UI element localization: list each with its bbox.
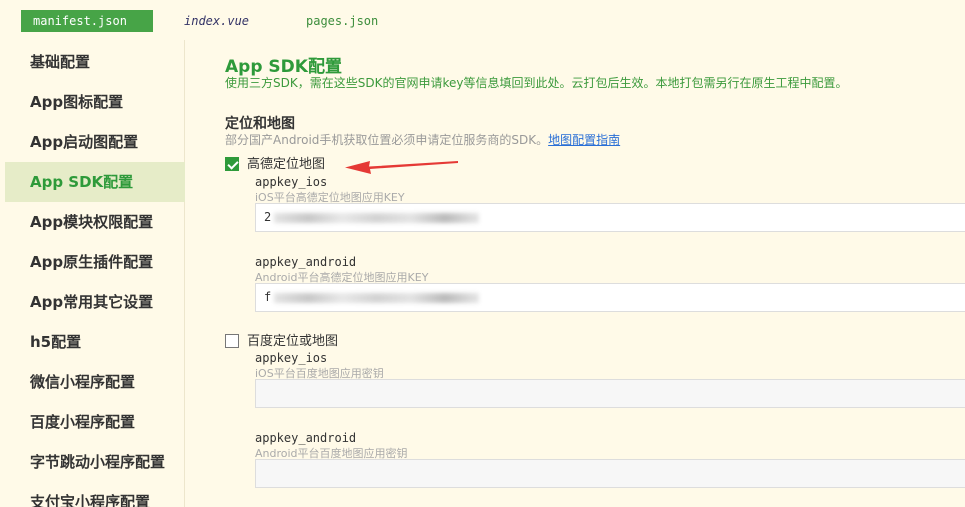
sdk-config-panel: App SDK配置 使用三方SDK，需在这些SDK的官网申请key等信息填回到此… bbox=[186, 40, 965, 507]
section-description: 部分国产Android手机获取位置必须申请定位服务商的SDK。地图配置指南 bbox=[225, 131, 620, 148]
redacted-blur bbox=[274, 292, 480, 303]
baidu-ios-input[interactable] bbox=[255, 379, 965, 408]
section-description-text: 部分国产Android手机获取位置必须申请定位服务商的SDK。 bbox=[225, 133, 549, 147]
tab-index-vue[interactable]: index.vue bbox=[184, 10, 249, 32]
amap-checkbox[interactable] bbox=[225, 156, 239, 171]
baidu-android-input[interactable] bbox=[255, 459, 965, 488]
amap-ios-input[interactable]: 2 bbox=[255, 203, 965, 232]
amap-checkbox-label: 高德定位地图 bbox=[247, 157, 326, 172]
settings-sidebar: 基础配置 App图标配置 App启动图配置 App SDK配置 App模块权限配… bbox=[0, 40, 185, 507]
baidu-checkbox-label: 百度定位或地图 bbox=[247, 334, 339, 349]
amap-checkbox-row[interactable]: 高德定位地图 bbox=[225, 156, 326, 173]
amap-android-label: appkey_android bbox=[255, 255, 357, 269]
sidebar-item-app-icon[interactable]: App图标配置 bbox=[5, 82, 185, 122]
sidebar-item-baidu[interactable]: 百度小程序配置 bbox=[5, 402, 185, 442]
sidebar-item-app-modules[interactable]: App模块权限配置 bbox=[5, 202, 185, 242]
redacted-blur bbox=[274, 212, 480, 223]
sidebar-item-h5[interactable]: h5配置 bbox=[5, 322, 185, 362]
sidebar-item-weixin[interactable]: 微信小程序配置 bbox=[5, 362, 185, 402]
baidu-checkbox[interactable] bbox=[225, 333, 239, 348]
tab-pages-json[interactable]: pages.json bbox=[306, 10, 378, 32]
page-description: 使用三方SDK，需在这些SDK的官网申请key等信息填回到此处。云打包后生效。本… bbox=[225, 76, 848, 90]
tab-manifest-json[interactable]: manifest.json bbox=[21, 10, 153, 32]
baidu-android-label: appkey_android bbox=[255, 431, 357, 445]
amap-android-value: f bbox=[264, 290, 272, 304]
sidebar-item-app-native-plugins[interactable]: App原生插件配置 bbox=[5, 242, 185, 282]
amap-android-input[interactable]: f bbox=[255, 283, 965, 312]
sidebar-item-app-splash[interactable]: App启动图配置 bbox=[5, 122, 185, 162]
section-title: 定位和地图 bbox=[225, 116, 295, 132]
sidebar-item-basic[interactable]: 基础配置 bbox=[5, 42, 185, 82]
sidebar-item-app-other[interactable]: App常用其它设置 bbox=[5, 282, 185, 322]
sidebar-item-alipay[interactable]: 支付宝小程序配置 bbox=[5, 482, 185, 507]
baidu-ios-label: appkey_ios bbox=[255, 351, 328, 365]
amap-ios-value: 2 bbox=[264, 210, 272, 224]
sidebar-item-toutiao[interactable]: 字节跳动小程序配置 bbox=[5, 442, 185, 482]
editor-tab-bar: manifest.json index.vue pages.json bbox=[0, 0, 965, 40]
red-arrow-icon bbox=[345, 161, 458, 174]
map-config-guide-link[interactable]: 地图配置指南 bbox=[548, 133, 620, 147]
baidu-checkbox-row[interactable]: 百度定位或地图 bbox=[225, 333, 339, 350]
amap-ios-label: appkey_ios bbox=[255, 175, 328, 189]
sidebar-item-app-sdk[interactable]: App SDK配置 bbox=[5, 162, 185, 202]
